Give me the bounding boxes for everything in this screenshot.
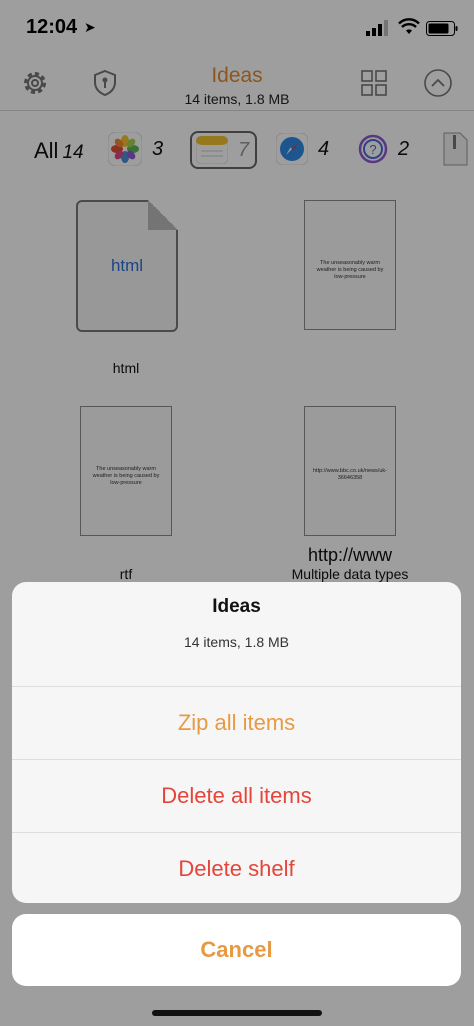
- delete-shelf-button[interactable]: Delete shelf: [12, 833, 461, 903]
- action-sheet-title: Ideas: [212, 596, 261, 617]
- delete-all-items-button[interactable]: Delete all items: [12, 760, 461, 833]
- action-sheet: Ideas 14 items, 1.8 MB Zip all items Del…: [12, 582, 461, 903]
- home-indicator[interactable]: [152, 1010, 322, 1016]
- action-sheet-subtitle: 14 items, 1.8 MB: [183, 634, 290, 650]
- action-sheet-header: Ideas 14 items, 1.8 MB: [12, 582, 461, 687]
- cancel-button[interactable]: Cancel: [12, 914, 461, 986]
- zip-all-items-button[interactable]: Zip all items: [12, 687, 461, 760]
